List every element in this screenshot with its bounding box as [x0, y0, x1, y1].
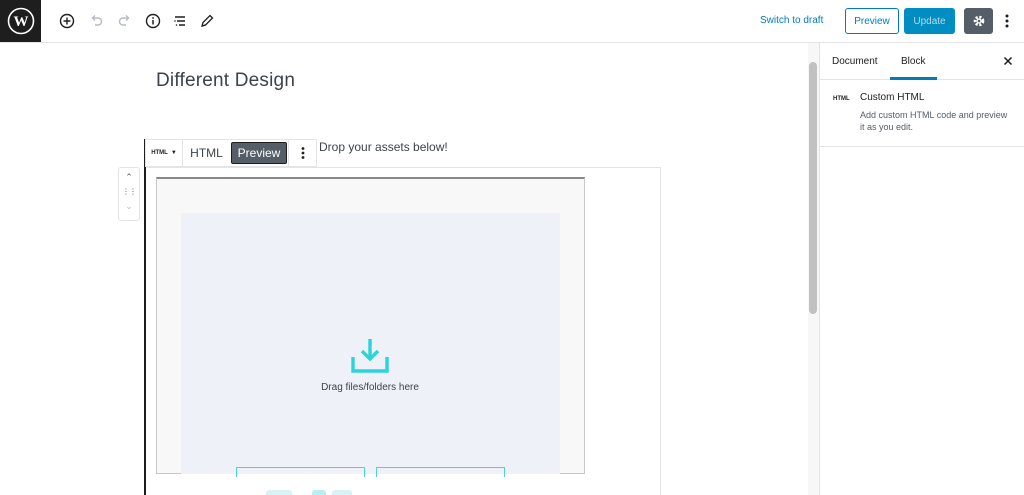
- block-more-button[interactable]: [288, 140, 316, 166]
- editor-scrollbar[interactable]: [809, 62, 817, 314]
- block-card-description: Add custom HTML code and preview it as y…: [860, 110, 1008, 132]
- cropped-element: [332, 490, 352, 495]
- sidebar-tabs: Document Block: [820, 43, 1024, 80]
- outline-icon[interactable]: [170, 11, 190, 31]
- html-block-icon: HTML: [833, 96, 850, 102]
- dropzone-button-right[interactable]: [376, 467, 505, 477]
- close-icon: [1003, 56, 1013, 66]
- move-up-icon[interactable]: ⌃: [119, 172, 139, 183]
- settings-button[interactable]: [964, 8, 993, 34]
- block-mover: ⌃ ⋮⋮ ⌄: [118, 167, 140, 221]
- active-tab-indicator: [890, 77, 937, 80]
- tab-block[interactable]: Block: [901, 56, 925, 67]
- add-block-icon[interactable]: [57, 11, 77, 31]
- edit-icon[interactable]: [197, 11, 217, 31]
- redo-icon[interactable]: [115, 11, 135, 31]
- preview-tab-wrapper: Preview: [230, 140, 288, 166]
- block-card-title: Custom HTML: [860, 92, 925, 103]
- preview-button[interactable]: Preview: [845, 8, 899, 34]
- block-switcher[interactable]: HTML ▼: [146, 140, 183, 166]
- cropped-element: [266, 490, 292, 495]
- caret-down-icon: ▼: [170, 150, 177, 156]
- html-tab[interactable]: HTML: [183, 140, 230, 166]
- move-down-icon[interactable]: ⌄: [119, 201, 139, 212]
- tab-document[interactable]: Document: [832, 56, 878, 67]
- info-icon[interactable]: [143, 11, 163, 31]
- selected-block-indicator: [144, 139, 146, 495]
- cropped-element: [312, 490, 326, 495]
- svg-text:W: W: [13, 14, 28, 30]
- block-switcher-label: HTML: [151, 150, 168, 156]
- post-title[interactable]: Different Design: [156, 70, 295, 92]
- wordpress-logo[interactable]: W: [0, 0, 41, 42]
- dropzone-text: Drag files/folders here: [321, 382, 419, 393]
- more-vertical-icon: [301, 147, 304, 159]
- more-menu-button[interactable]: [999, 11, 1015, 31]
- switch-to-draft-link[interactable]: Switch to draft: [760, 15, 823, 26]
- settings-sidebar: Document Block HTML Custom HTML Add cust…: [819, 43, 1024, 495]
- gear-icon: [973, 15, 984, 27]
- preview-tab[interactable]: Preview: [230, 142, 288, 164]
- close-sidebar-button[interactable]: [1000, 53, 1016, 69]
- more-vertical-icon: [1005, 14, 1009, 28]
- dropzone-button-left[interactable]: [236, 467, 365, 477]
- block-hint-text: Drop your assets below!: [319, 140, 448, 154]
- block-toolbar: HTML ▼ HTML Preview: [145, 139, 317, 167]
- wordpress-icon: W: [7, 7, 34, 35]
- update-button[interactable]: Update: [904, 8, 955, 34]
- block-card: HTML Custom HTML Add custom HTML code an…: [820, 81, 1024, 147]
- editor-header: W Switch to draft Preview Update: [0, 0, 1024, 43]
- download-icon: [351, 339, 389, 373]
- undo-icon[interactable]: [86, 11, 106, 31]
- editor-canvas: Different Design ⌃ ⋮⋮ ⌄ HTML ▼ HTML Prev…: [0, 43, 808, 495]
- drag-handle-icon[interactable]: ⋮⋮: [119, 187, 139, 196]
